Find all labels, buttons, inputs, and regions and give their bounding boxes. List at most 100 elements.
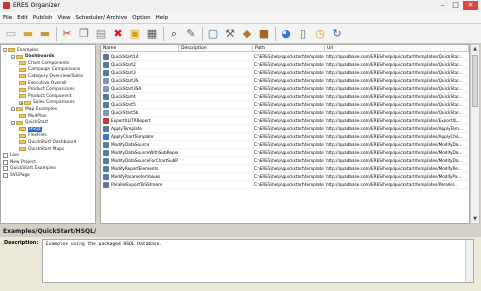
tree-node[interactable]: SVGPage	[3, 172, 30, 178]
cell-url: http://quadbase.com/ERES/help/quickstart…	[326, 166, 462, 171]
cell-name: QuickStart3SA	[111, 86, 142, 91]
tool-button[interactable]: ⚒	[223, 27, 237, 41]
new-button[interactable]: ▭	[4, 27, 18, 41]
table-row[interactable]: ModifyDataSourceForChartSubR... C:\ERES\h…	[101, 157, 469, 165]
menu-help[interactable]: Help	[156, 15, 169, 21]
cell-name: ModifyDataSourceWithSubReport	[111, 150, 178, 155]
tree-node[interactable]: QuickStart Dashboard	[19, 139, 76, 145]
collapse-icon[interactable]: -	[11, 120, 15, 125]
tree-node[interactable]: New Project	[3, 159, 36, 165]
minimize-button[interactable]: –	[437, 1, 448, 10]
refresh-button[interactable]: ↻	[330, 27, 344, 41]
menu-view[interactable]: View	[57, 15, 70, 21]
paste-button[interactable]: ▤	[94, 27, 108, 41]
table-scrollbar[interactable]: ▲ ▼	[470, 44, 480, 224]
print-icon: ▦	[146, 26, 158, 40]
table-row[interactable]: ApplyTemplate C:\ERES\help\quickstart\tem…	[101, 125, 469, 133]
copy-button[interactable]: ❐	[77, 27, 91, 41]
cell-path: C:\ERES\help\quickstart\template...	[254, 126, 324, 131]
description-field[interactable]: Examples using the packaged HSQL Databas…	[42, 239, 474, 283]
edit-button[interactable]: ✎	[184, 27, 198, 41]
tree-node[interactable]: QuickStart Examples	[3, 166, 56, 172]
cell-name: ModifyReportElements	[111, 166, 159, 171]
menu-scheduler-archive[interactable]: Scheduler/ Archive	[76, 15, 128, 21]
collapse-icon[interactable]: -	[11, 107, 15, 112]
menu-publish[interactable]: Publish	[33, 15, 53, 21]
box-button[interactable]: ■	[257, 27, 271, 41]
table-row[interactable]: ExportXLITRReport C:\ERES\help\quickstart…	[101, 117, 469, 125]
lock-button[interactable]: ▣	[128, 27, 142, 41]
maximize-button[interactable]: □	[450, 1, 461, 10]
close-button[interactable]: ✕	[463, 1, 478, 10]
expand-icon[interactable]: +	[19, 100, 23, 105]
delete-button[interactable]: ✖	[111, 27, 125, 41]
report-table[interactable]: Name Description Path Url QuickStart14 C:…	[100, 44, 470, 224]
scroll-thumb[interactable]	[472, 55, 478, 107]
report-icon	[103, 126, 109, 132]
report-icon	[103, 70, 109, 76]
collapse-icon[interactable]: -	[3, 48, 7, 53]
tree-node[interactable]: Product Comparisons	[19, 87, 75, 93]
tree-node[interactable]: ModPlan	[19, 113, 47, 119]
report-icon	[103, 150, 109, 156]
project-tree[interactable]: - Examples - Dashboards Chart Components Camp…	[0, 44, 96, 224]
table-row[interactable]: ModifyParameterValues C:\ERES\help\quicks…	[101, 173, 469, 181]
menu-edit[interactable]: Edit	[17, 15, 28, 21]
table-row[interactable]: ModifyDataSourceWithSubReport C:\ERES\hel…	[101, 149, 469, 157]
open-file-button[interactable]: ▬	[38, 27, 52, 41]
tree-node[interactable]: - QuickStart	[11, 120, 48, 126]
tree-node[interactable]: Campaign Comparisons	[19, 67, 80, 73]
table-row[interactable]: QuickStart5 C:\ERES\help\quickstart\templ…	[101, 101, 469, 109]
collapse-icon[interactable]: -	[11, 54, 15, 59]
tree-node[interactable]: - Dashboards	[11, 54, 54, 60]
column-header-name[interactable]: Name	[101, 45, 179, 52]
cell-url: http://quadbase.com/ERES/help/quickstart…	[326, 158, 463, 163]
current-path: Examples/QuickStart/HSQL/	[3, 228, 97, 235]
table-row[interactable]: ModifyDataSource C:\ERES\help\quickstart\…	[101, 141, 469, 149]
table-row[interactable]: QuickStart4 C:\ERES\help\quickstart\templ…	[101, 93, 469, 101]
table-row[interactable]: ModifyReportElements C:\ERES\help\quickst…	[101, 165, 469, 173]
table-row[interactable]: QuickStart3SA C:\ERES\help\quickstart\tem…	[101, 85, 469, 93]
tree-node[interactable]: FlexFiles	[19, 133, 47, 139]
chart-button[interactable]: ◕	[279, 27, 293, 41]
document-button[interactable]: ▯	[296, 27, 310, 41]
table-row[interactable]: ApplyChartTemplate C:\ERES\help\quickstar…	[101, 133, 469, 141]
tree-node[interactable]: Product Component	[19, 93, 72, 99]
description-panel: Description: Examples using the packaged…	[0, 237, 481, 291]
table-row[interactable]: QuickStart14 C:\ERES\help\quickstart\temp…	[101, 53, 469, 61]
open-folder-button[interactable]: ▬	[21, 27, 35, 41]
tree-node[interactable]: + Sales Comparisons	[19, 100, 75, 106]
table-row[interactable]: QuickStart2 C:\ERES\help\quickstart\templ…	[101, 61, 469, 69]
tree-node[interactable]: QuickStart Maps	[19, 146, 64, 152]
tree-node[interactable]: Category Overview/Sales	[19, 73, 83, 79]
document-icon	[3, 153, 8, 159]
table-row[interactable]: QuickStart3 C:\ERES\help\quickstart\templ…	[101, 69, 469, 77]
tree-node[interactable]: Live	[3, 153, 19, 159]
column-header-path[interactable]: Path	[253, 45, 325, 52]
table-row[interactable]: ParallelExportToSStream C:\ERES\help\quic…	[101, 181, 469, 189]
cell-description	[180, 117, 252, 125]
scroll-up-arrow[interactable]: ▲	[471, 45, 479, 53]
menu-file[interactable]: File	[3, 15, 12, 21]
package-button[interactable]: ◆	[240, 27, 254, 41]
tree-node[interactable]: - Map Examples	[11, 106, 57, 112]
toolbar-separator	[56, 26, 57, 41]
preview-button[interactable]: ▢	[206, 27, 220, 41]
tree-node[interactable]: - Examples	[3, 47, 38, 53]
print-button[interactable]: ▦	[145, 27, 159, 41]
scroll-down-arrow[interactable]: ▼	[471, 215, 479, 223]
report-icon	[103, 174, 109, 180]
tree-node[interactable]: Executive Overall	[19, 80, 66, 86]
table-row[interactable]: QuickStart3S C:\ERES\help\quickstart\temp…	[101, 77, 469, 85]
tree-node[interactable]: Chart Components	[19, 60, 69, 66]
binoculars-button[interactable]: ⌕	[167, 27, 181, 41]
description-scrollbar[interactable]	[465, 240, 473, 282]
tree-node-label: Chart Components	[28, 60, 70, 66]
column-header-url[interactable]: Url	[325, 45, 469, 52]
tree-node[interactable]: HSQL	[19, 126, 42, 132]
clock-button[interactable]: ◷	[313, 27, 327, 41]
cut-button[interactable]: ✂	[60, 27, 74, 41]
menu-option[interactable]: Option	[132, 15, 150, 21]
table-row[interactable]: QuickStart5b C:\ERES\help\quickstart\temp…	[101, 109, 469, 117]
column-header-description[interactable]: Description	[179, 45, 253, 52]
